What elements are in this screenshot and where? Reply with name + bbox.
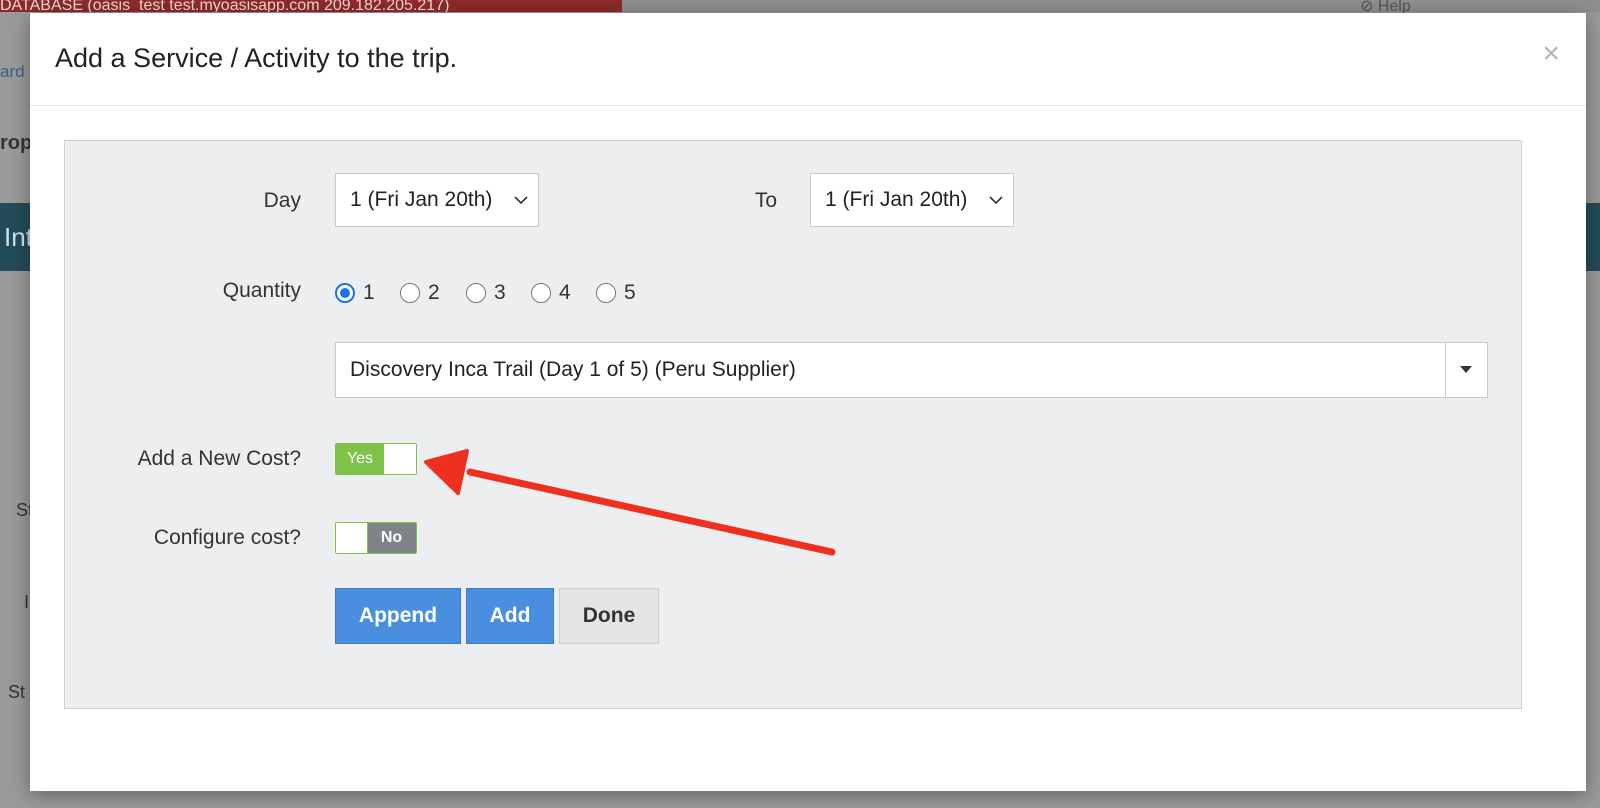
annotation-arrow-icon xyxy=(424,449,836,556)
